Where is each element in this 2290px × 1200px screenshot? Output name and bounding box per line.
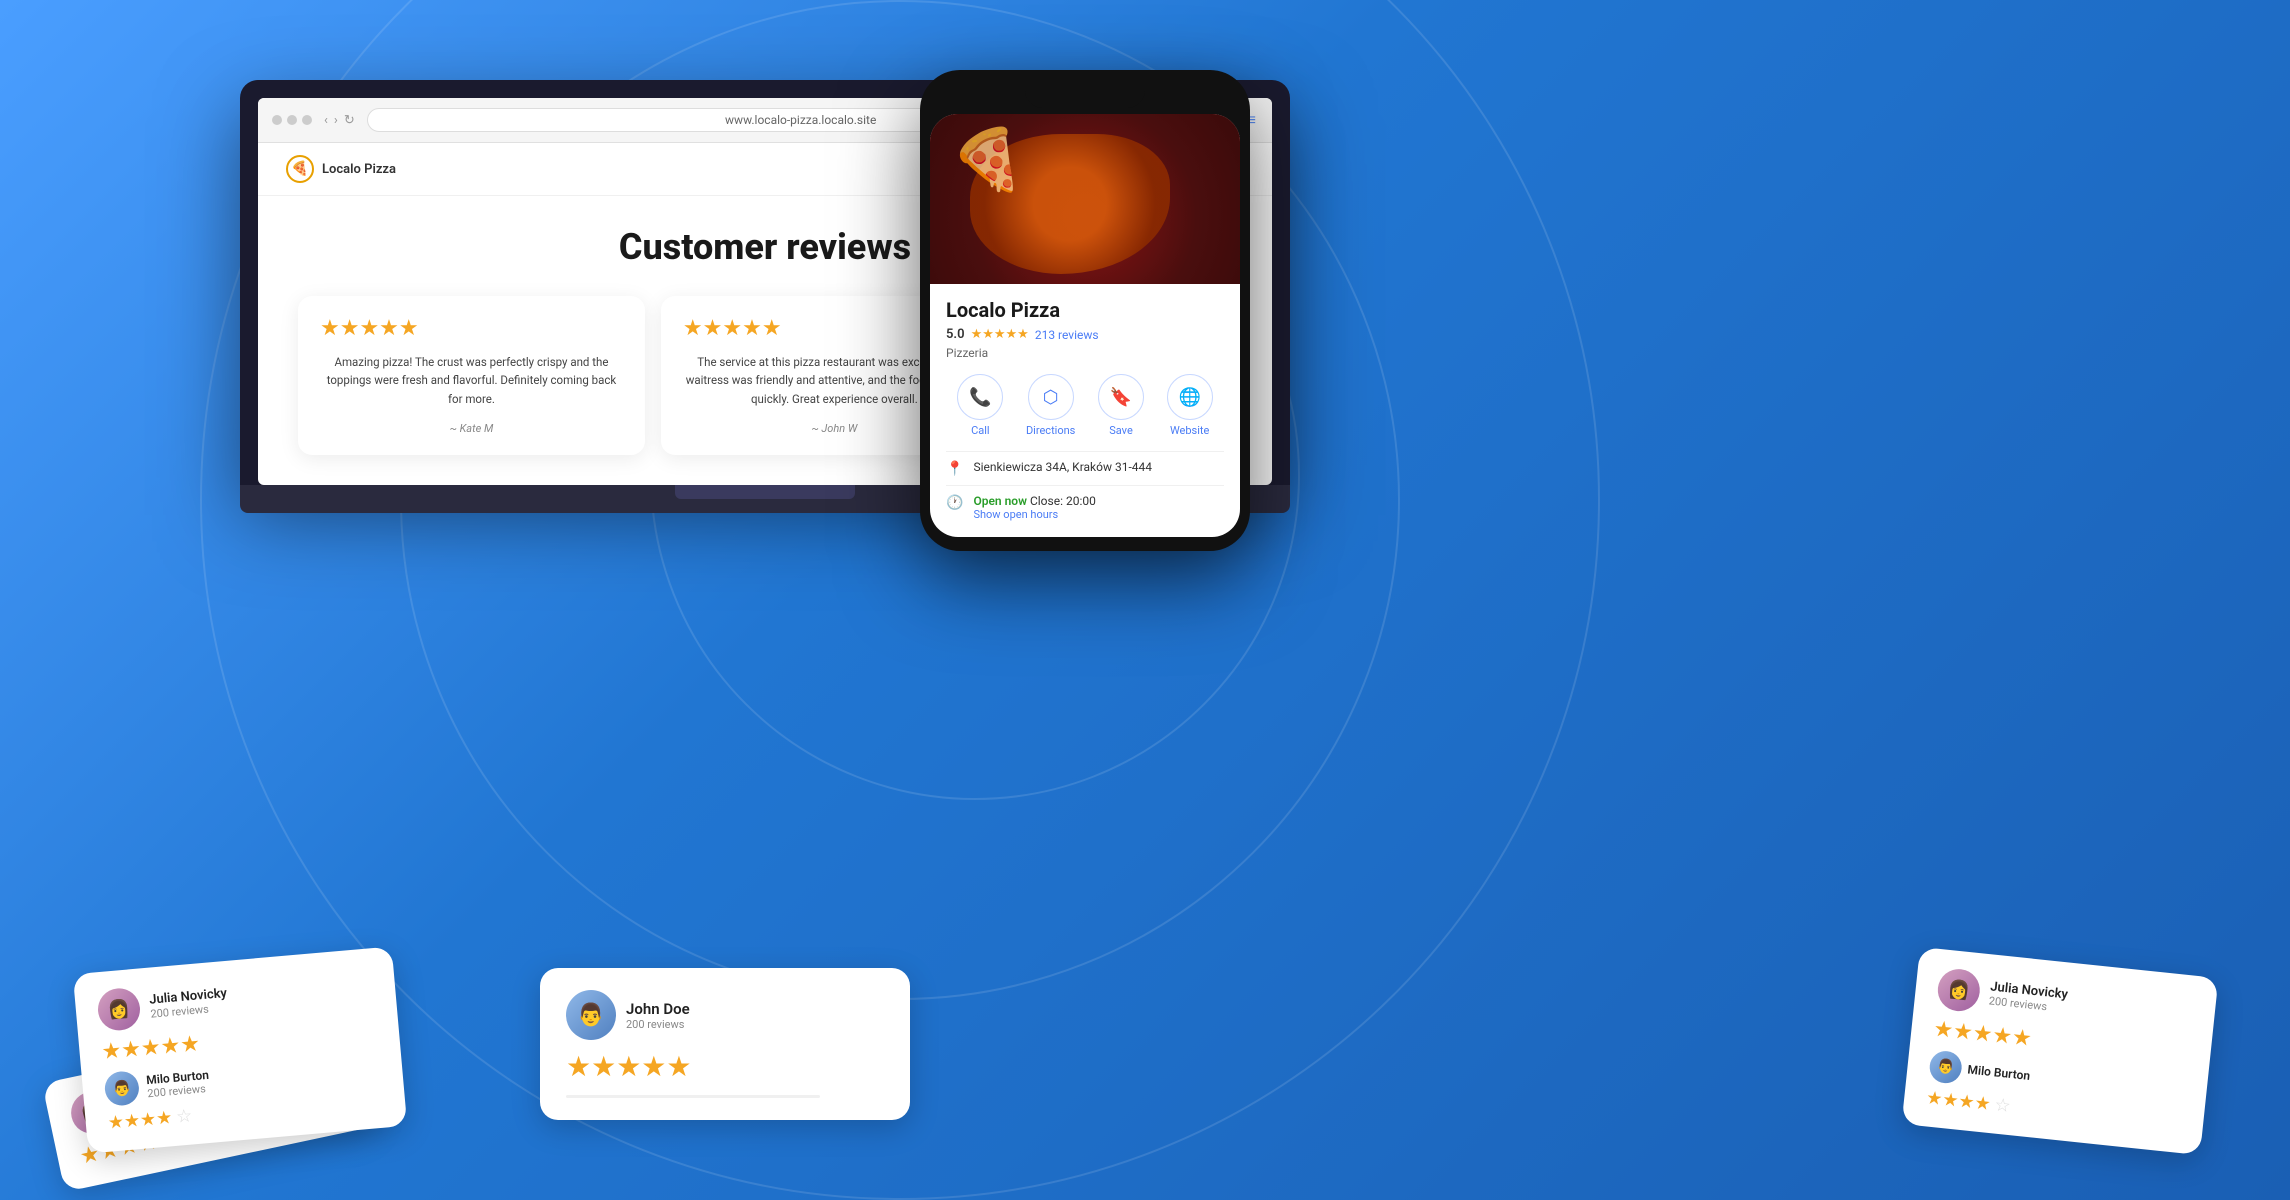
phone-screen: Localo Pizza 5.0 ★★★★★ 213 reviews Pizze… [930, 114, 1240, 537]
card-user-info-2: Julia Novicky 200 reviews [149, 986, 229, 1021]
john-doe-reviews: 200 reviews [626, 1018, 690, 1031]
center-review-card: 👨 John Doe 200 reviews ★★★★★ [540, 968, 910, 1120]
directions-icon: ⬡ [1028, 374, 1074, 420]
phone-category: Pizzeria [946, 346, 1224, 360]
john-doe-row: 👨 John Doe 200 reviews [566, 990, 884, 1040]
right-cards-container: 👩 Julia Novicky 200 reviews ★★★★★ 👨 Milo… [1910, 962, 2210, 1140]
phone-save-button[interactable]: 🔖 Save [1098, 374, 1144, 437]
phone-address: Sienkiewicza 34A, Kraków 31-444 [973, 460, 1152, 474]
nested-user-info: Milo Burton 200 reviews [146, 1067, 211, 1099]
cards-bottom-right: 👩 Julia Novicky 200 reviews ★★★★★ 👨 Milo… [1910, 962, 2210, 1140]
browser-dot-1 [272, 115, 282, 125]
browser-dot-3 [302, 115, 312, 125]
julia-right-stars: ★★★★★ [1932, 1017, 2033, 1052]
review-stars-1: ★★★★★ [320, 316, 623, 341]
website-icon: 🌐 [1167, 374, 1213, 420]
browser-dots [272, 115, 312, 125]
brand-name: Localo Pizza [322, 162, 396, 177]
phone-business-name: Localo Pizza [946, 298, 1224, 322]
review-author-1: ~ Kate M [320, 422, 623, 435]
pizza-icon: 🍕 [291, 161, 308, 177]
back-icon[interactable]: ‹ [324, 113, 328, 128]
milo-right-name: Milo Burton [1967, 1062, 2031, 1082]
clock-icon: 🕐 [946, 495, 963, 511]
directions-label: Directions [1026, 424, 1075, 437]
site-logo: 🍕 Localo Pizza [286, 155, 396, 183]
milo-right-empty-star: ☆ [1993, 1095, 2011, 1118]
location-icon: 📍 [946, 461, 963, 477]
phone-rating-stars: ★★★★★ [971, 327, 1029, 342]
milo-stars: ★★★★ [107, 1107, 173, 1134]
phone-address-row: 📍 Sienkiewicza 34A, Kraków 31-444 [946, 451, 1224, 485]
john-doe-info: John Doe 200 reviews [626, 1000, 690, 1031]
right-review-card-main: 👩 Julia Novicky 200 reviews ★★★★★ 👨 Milo… [1902, 947, 2219, 1155]
phone-rating-row: 5.0 ★★★★★ 213 reviews [946, 327, 1224, 342]
website-label: Website [1170, 424, 1209, 437]
browser-nav[interactable]: ‹ › ↻ [324, 113, 355, 128]
phone-directions-button[interactable]: ⬡ Directions [1026, 374, 1075, 437]
phone-notch [1025, 82, 1145, 108]
phone-reviews-link[interactable]: 213 reviews [1035, 328, 1099, 342]
phone-call-button[interactable]: 📞 Call [957, 374, 1003, 437]
avatar-milo-right: 👨 [1928, 1050, 1963, 1085]
phone-hours-info: Open now Close: 20:00Show open hours [973, 494, 1095, 521]
phone-hours-row: 🕐 Open now Close: 20:00Show open hours [946, 485, 1224, 529]
milo-right-info: Milo Burton [1967, 1062, 2031, 1082]
phone-rating-number: 5.0 [946, 327, 965, 342]
phone-website-button[interactable]: 🌐 Website [1167, 374, 1213, 437]
phone-actions: 📞 Call ⬡ Directions 🔖 Save 🌐 [946, 374, 1224, 437]
phone: Localo Pizza 5.0 ★★★★★ 213 reviews Pizze… [920, 70, 1250, 551]
phone-pizza-image [930, 114, 1240, 284]
call-icon: 📞 [957, 374, 1003, 420]
avatar-milo: 👨 [103, 1070, 140, 1107]
show-hours-link[interactable]: Show open hours [973, 508, 1095, 521]
browser-dot-2 [287, 115, 297, 125]
john-doe-name: John Doe [626, 1000, 690, 1018]
milo-empty-star: ☆ [175, 1105, 193, 1127]
close-time-text: Close: 20:00 [1030, 494, 1096, 508]
phone-open-status: Open now [973, 494, 1027, 508]
avatar-john-doe: 👨 [566, 990, 616, 1040]
john-doe-stars: ★★★★★ [566, 1050, 884, 1083]
milo-right-star-icons: ★★★★ [1925, 1087, 1991, 1115]
scene: ‹ › ↻ www.localo-pizza.localo.site ≡ 🍕 L… [0, 0, 2290, 1200]
floating-review-card-2: 👩 Julia Novicky 200 reviews ★★★★★ 👨 Milo… [73, 946, 407, 1153]
phone-business-info: Localo Pizza 5.0 ★★★★★ 213 reviews Pizze… [930, 284, 1240, 537]
john-doe-divider [566, 1095, 820, 1098]
phone-frame: Localo Pizza 5.0 ★★★★★ 213 reviews Pizze… [920, 70, 1250, 551]
pizza-visual [930, 114, 1240, 284]
save-icon: 🔖 [1098, 374, 1144, 420]
logo-icon: 🍕 [286, 155, 314, 183]
avatar-julia-2: 👩 [96, 987, 142, 1033]
call-label: Call [971, 424, 990, 437]
refresh-icon[interactable]: ↻ [344, 113, 355, 128]
review-text-1: Amazing pizza! The crust was perfectly c… [320, 353, 623, 408]
right-user-info: Julia Novicky 200 reviews [1988, 979, 2068, 1015]
save-label: Save [1109, 424, 1133, 437]
review-card-1: ★★★★★ Amazing pizza! The crust was perfe… [298, 296, 645, 455]
cards-bottom-left: 👩 Julia Novicky 200 reviews ★★★★★ 👩 Juli… [80, 960, 400, 1140]
avatar-julia-right: 👩 [1936, 967, 1982, 1013]
forward-icon[interactable]: › [334, 113, 338, 128]
